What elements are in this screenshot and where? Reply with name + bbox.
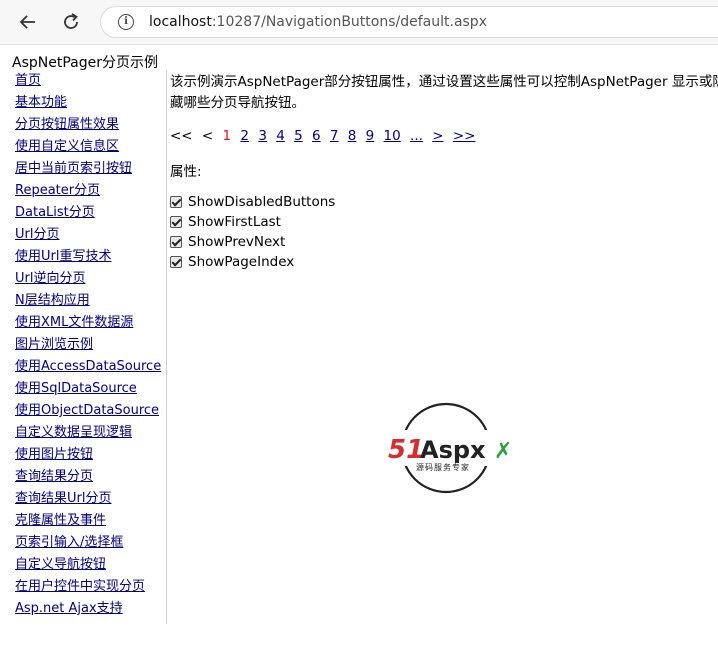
sidebar-link[interactable]: 使用XML文件数据源 xyxy=(15,315,133,330)
pager: << < 1 2 3 4 5 6 7 8 9 10 ... > >> xyxy=(170,128,718,144)
sidebar-link[interactable]: 基本功能 xyxy=(15,95,67,110)
sidebar-link[interactable]: 使用图片按钮 xyxy=(15,447,93,462)
pager-page-link[interactable]: 10 xyxy=(384,128,401,144)
sidebar-link[interactable]: 使用ObjectDataSource xyxy=(15,403,159,418)
checkbox-label: ShowPageIndex xyxy=(188,254,295,270)
sidebar-link[interactable]: 使用AccessDataSource xyxy=(15,359,161,374)
sidebar-item: 使用图片按钮 xyxy=(4,444,166,466)
sidebar-item: 页索引输入/选择框 xyxy=(4,532,166,554)
show-first-last-checkbox[interactable] xyxy=(170,216,182,228)
sidebar-link[interactable]: 克隆属性及事件 xyxy=(15,513,106,528)
sidebar-item: 自定义数据呈现逻辑 xyxy=(4,422,166,444)
svg-text:51: 51 xyxy=(388,435,424,465)
pager-more-button[interactable]: ... xyxy=(410,128,423,144)
show-prev-next-checkbox[interactable] xyxy=(170,236,182,248)
property-checkboxes: ShowDisabledButtons ShowFirstLast ShowPr… xyxy=(170,192,718,272)
svg-text:✗: ✗ xyxy=(494,439,512,464)
sidebar-item: 分页按钮属性效果 xyxy=(4,114,166,136)
address-bar[interactable]: i localhost:10287/NavigationButtons/defa… xyxy=(100,6,718,38)
sidebar-item: 使用AccessDataSource xyxy=(4,356,166,378)
logo-51aspx: 51 Aspx ✗ 源码服务专家 xyxy=(386,402,512,494)
checkbox-row: ShowDisabledButtons xyxy=(170,192,718,212)
arrow-left-icon xyxy=(19,15,35,29)
sidebar-item: 图片浏览示例 xyxy=(4,334,166,356)
sidebar-link[interactable]: 使用自定义信息区 xyxy=(15,139,119,154)
pager-page-link[interactable]: 3 xyxy=(258,128,267,144)
reload-icon xyxy=(64,13,78,29)
sidebar-link[interactable]: 图片浏览示例 xyxy=(15,337,93,352)
sidebar-link[interactable]: 查询结果分页 xyxy=(15,469,93,484)
sidebar-link[interactable]: 在用户控件中实现分页 xyxy=(15,579,145,594)
sidebar-item: Repeater分页 xyxy=(4,180,166,202)
sidebar-link[interactable]: DataList分页 xyxy=(15,205,95,220)
sidebar-link[interactable]: 自定义数据呈现逻辑 xyxy=(15,425,132,440)
description-text: 该示例演示AspNetPager部分按钮属性，通过设置这些属性可以控制AspNe… xyxy=(170,74,718,111)
url-text[interactable]: localhost:10287/NavigationButtons/defaul… xyxy=(149,14,487,30)
sidebar-item: 克隆属性及事件 xyxy=(4,510,166,532)
pager-current-page: 1 xyxy=(222,128,232,144)
sidebar-item: 使用ObjectDataSource xyxy=(4,400,166,422)
checkbox-label: ShowFirstLast xyxy=(188,214,281,230)
sidebar-item: 居中当前页索引按钮 xyxy=(4,158,166,180)
pager-page-link[interactable]: 2 xyxy=(240,128,249,144)
pager-page-link[interactable]: 5 xyxy=(294,128,303,144)
sidebar-item: 基本功能 xyxy=(4,92,166,114)
sidebar-link[interactable]: 使用SqlDataSource xyxy=(15,381,137,396)
sidebar-link[interactable]: Url分页 xyxy=(15,227,59,242)
sidebar-item: 首页 xyxy=(4,70,166,92)
sidebar-link[interactable]: N层结构应用 xyxy=(15,293,90,308)
pager-prev-button[interactable]: < xyxy=(202,128,213,144)
checkbox-label: ShowDisabledButtons xyxy=(188,194,336,210)
sidebar-item: 在用户控件中实现分页 xyxy=(4,576,166,598)
pager-page-link[interactable]: 4 xyxy=(276,128,285,144)
show-disabled-buttons-checkbox[interactable] xyxy=(170,196,182,208)
sidebar-item: 自定义导航按钮 xyxy=(4,554,166,576)
url-path: :10287/NavigationButtons/default.aspx xyxy=(211,14,487,30)
sidebar-link[interactable]: Url逆向分页 xyxy=(15,271,85,286)
sidebar-item: 查询结果分页 xyxy=(4,466,166,488)
pager-page-link[interactable]: 7 xyxy=(330,128,339,144)
sidebar-link[interactable]: 查询结果Url分页 xyxy=(15,491,111,506)
url-host: localhost xyxy=(149,14,212,30)
properties-label: 属性: xyxy=(170,164,202,180)
sidebar-item: 使用XML文件数据源 xyxy=(4,312,166,334)
sidebar-item: 查询结果Url分页 xyxy=(4,488,166,510)
browser-toolbar: i localhost:10287/NavigationButtons/defa… xyxy=(0,0,718,45)
main-content: 该示例演示AspNetPager部分按钮属性，通过设置这些属性可以控制AspNe… xyxy=(170,72,718,272)
pager-next-button[interactable]: > xyxy=(432,128,443,144)
sidebar-item: Asp.net Ajax支持 xyxy=(4,598,166,620)
sidebar-link[interactable]: 自定义导航按钮 xyxy=(15,557,106,572)
sidebar-item: 使用Url重写技术 xyxy=(4,246,166,268)
pager-first-button[interactable]: << xyxy=(170,128,193,144)
pager-last-button[interactable]: >> xyxy=(453,128,476,144)
back-button[interactable] xyxy=(15,9,41,35)
sidebar-link[interactable]: 居中当前页索引按钮 xyxy=(15,161,132,176)
svg-text:Aspx: Aspx xyxy=(420,436,486,464)
checkbox-label: ShowPrevNext xyxy=(188,234,286,250)
sidebar-link[interactable]: 分页按钮属性效果 xyxy=(15,117,119,132)
checkbox-row: ShowPrevNext xyxy=(170,232,718,252)
sidebar-link[interactable]: Repeater分页 xyxy=(15,183,100,198)
sidebar-link[interactable]: 使用Url重写技术 xyxy=(15,249,111,264)
pager-page-link[interactable]: 6 xyxy=(312,128,321,144)
sidebar-item: DataList分页 xyxy=(4,202,166,224)
page-title: AspNetPager分页示例 xyxy=(12,55,158,71)
info-icon[interactable]: i xyxy=(118,14,134,30)
sidebar-item: Url分页 xyxy=(4,224,166,246)
reload-button[interactable] xyxy=(58,9,84,35)
show-page-index-checkbox[interactable] xyxy=(170,256,182,268)
pager-page-link[interactable]: 9 xyxy=(366,128,375,144)
checkbox-row: ShowFirstLast xyxy=(170,212,718,232)
sidebar-item: 使用SqlDataSource xyxy=(4,378,166,400)
pager-page-link[interactable]: 8 xyxy=(348,128,357,144)
sidebar-link-home[interactable]: 首页 xyxy=(15,73,41,88)
sidebar-link[interactable]: Asp.net Ajax支持 xyxy=(15,601,123,616)
checkbox-row: ShowPageIndex xyxy=(170,252,718,272)
sidebar-item: Url逆向分页 xyxy=(4,268,166,290)
sidebar-item: 使用自定义信息区 xyxy=(4,136,166,158)
sidebar-nav: 首页 基本功能 分页按钮属性效果 使用自定义信息区 居中当前页索引按钮 Repe… xyxy=(4,70,167,624)
svg-text:源码服务专家: 源码服务专家 xyxy=(416,462,470,472)
sidebar-item: N层结构应用 xyxy=(4,290,166,312)
sidebar-link[interactable]: 页索引输入/选择框 xyxy=(15,535,123,550)
